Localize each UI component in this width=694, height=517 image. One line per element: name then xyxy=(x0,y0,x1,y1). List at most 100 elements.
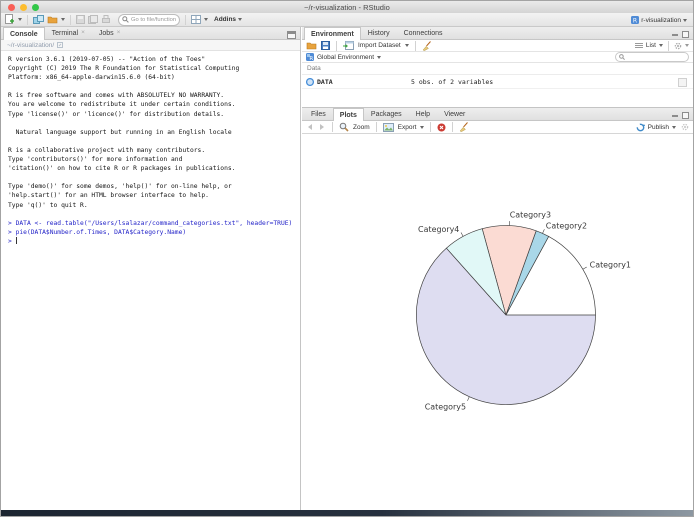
maximize-pane-icon[interactable] xyxy=(682,31,689,38)
console-tab-label: Jobs xyxy=(98,30,114,37)
environment-section-header: Data xyxy=(302,63,693,75)
maximize-pane-icon[interactable] xyxy=(287,31,296,39)
remove-plot-icon[interactable] xyxy=(437,123,446,132)
toolbar-separator xyxy=(375,122,377,132)
project-selector[interactable]: R r-visualization xyxy=(631,15,687,25)
environment-search-input[interactable] xyxy=(627,54,685,60)
console-output[interactable]: R version 3.6.1 (2019-07-05) -- "Action … xyxy=(1,51,300,246)
publish-icon xyxy=(636,123,645,132)
plots-gear-icon[interactable] xyxy=(681,123,689,131)
open-file-caret-icon[interactable] xyxy=(61,18,65,21)
close-tab-icon[interactable]: × xyxy=(117,30,121,37)
export-caret-icon[interactable] xyxy=(420,125,425,129)
console-input-line: > DATA <- read.table("/Users/lsalazar/co… xyxy=(8,219,293,227)
plots-tab-label: Packages xyxy=(370,111,402,118)
working-dir-label[interactable]: ~/r-visualization/ xyxy=(7,42,54,49)
pane-layout-caret-icon[interactable] xyxy=(204,18,208,21)
pane-layout-icon[interactable] xyxy=(191,15,201,24)
console-tab-console[interactable]: Console xyxy=(3,27,45,40)
pie-label-tick xyxy=(467,396,470,401)
right-column: Environment History Connections Import Dat… xyxy=(302,27,693,510)
view-table-icon[interactable] xyxy=(678,78,687,87)
global-env-r-icon: R xyxy=(306,53,314,61)
clear-plots-broom-icon[interactable] xyxy=(459,122,469,132)
toolbar-separator xyxy=(332,122,333,132)
zoom-button[interactable]: Zoom xyxy=(353,124,370,131)
maximize-pane-icon[interactable] xyxy=(682,112,689,119)
environment-tab-environment[interactable]: Environment xyxy=(304,27,361,40)
zoom-window-icon[interactable] xyxy=(32,3,39,11)
console-output-line: Copyright (C) 2019 The R Foundation for … xyxy=(8,65,240,73)
console-output-line: Type 'q()' to quit R. xyxy=(8,201,88,209)
pie-label-category5: Category5 xyxy=(425,402,466,411)
next-plot-icon[interactable] xyxy=(318,123,326,131)
plots-toolbar: Zoom Export Publish xyxy=(302,121,693,134)
close-tab-icon[interactable]: × xyxy=(81,30,85,37)
plots-tab-viewer[interactable]: Viewer xyxy=(437,108,472,120)
toolbar-separator xyxy=(27,14,28,25)
clear-objects-broom-icon[interactable] xyxy=(422,40,432,51)
plots-tab-plots[interactable]: Plots xyxy=(332,108,364,121)
publish-button[interactable]: Publish xyxy=(648,124,669,131)
refresh-gear-icon[interactable] xyxy=(674,42,682,50)
plots-tab-label: Viewer xyxy=(444,111,466,118)
print-icon[interactable] xyxy=(101,15,111,24)
pie-label-tick xyxy=(460,232,464,237)
plot-display-area: Category1 Category2 Category3 Category4 Cate… xyxy=(302,134,693,510)
environment-scope-row: R Global Environment xyxy=(302,52,693,63)
zoom-plot-icon xyxy=(339,122,349,132)
console-output-line: 'help.start()' for an HTML browser inter… xyxy=(8,192,209,200)
export-image-icon xyxy=(382,122,394,132)
new-file-caret-icon[interactable] xyxy=(18,18,22,21)
console-panel: Console Terminal × Jobs × ~/r-visualization/… xyxy=(1,27,301,510)
load-workspace-icon[interactable] xyxy=(306,41,317,50)
refresh-caret-icon[interactable] xyxy=(685,44,689,47)
environment-tab-connections[interactable]: Connections xyxy=(397,27,450,39)
save-all-icon[interactable] xyxy=(88,15,98,24)
list-view-caret-icon[interactable] xyxy=(659,44,663,47)
minimize-pane-icon[interactable] xyxy=(672,114,678,117)
console-tab-terminal[interactable]: Terminal × xyxy=(45,27,92,39)
environment-tab-history[interactable]: History xyxy=(361,27,397,39)
new-file-icon[interactable] xyxy=(5,14,15,25)
save-workspace-icon[interactable] xyxy=(321,41,330,50)
plots-tab-help[interactable]: Help xyxy=(409,108,437,120)
addins-menu[interactable]: Addins xyxy=(214,16,243,23)
environment-toolbar: Import Dataset List xyxy=(302,40,693,52)
console-output-line: R is a collaborative project with many c… xyxy=(8,146,206,154)
goto-dir-icon[interactable] xyxy=(57,42,64,48)
goto-file-box[interactable] xyxy=(118,13,180,26)
publish-caret-icon[interactable] xyxy=(672,125,676,129)
environment-tab-label: History xyxy=(367,30,390,37)
object-summary: 5 obs. of 2 variables xyxy=(411,78,494,86)
import-dataset-caret-icon[interactable] xyxy=(404,44,409,47)
scope-caret-icon[interactable] xyxy=(377,55,382,59)
pie-chart: Category1 Category2 Category3 Category4 Cate… xyxy=(416,211,631,411)
minimize-pane-icon[interactable] xyxy=(672,33,678,36)
window-bottom-edge xyxy=(1,510,693,516)
list-view-button[interactable]: List xyxy=(646,42,656,49)
object-name[interactable]: DATA xyxy=(317,78,333,86)
environment-scope-selector[interactable]: Global Environment xyxy=(317,54,374,61)
environment-object-row[interactable]: DATA 5 obs. of 2 variables xyxy=(302,75,693,89)
console-tab-jobs[interactable]: Jobs × xyxy=(92,27,128,39)
new-project-icon[interactable] xyxy=(33,15,44,24)
goto-file-input[interactable] xyxy=(131,16,176,23)
minimize-window-icon[interactable] xyxy=(20,3,27,11)
close-window-icon[interactable] xyxy=(8,3,15,11)
environment-search-box[interactable] xyxy=(615,52,689,62)
export-button[interactable]: Export xyxy=(398,124,417,131)
pie-label-tick xyxy=(582,266,587,270)
console-tabstrip: Console Terminal × Jobs × xyxy=(1,27,300,40)
save-icon[interactable] xyxy=(76,15,85,24)
addins-caret-icon xyxy=(238,18,243,21)
import-dataset-button[interactable]: Import Dataset xyxy=(358,42,401,49)
plots-tab-packages[interactable]: Packages xyxy=(364,108,409,120)
console-output-line: Natural language support but running in … xyxy=(8,128,232,136)
project-label: r-visualization xyxy=(641,16,681,24)
open-file-icon[interactable] xyxy=(47,15,58,24)
plots-tab-files[interactable]: Files xyxy=(304,108,333,120)
previous-plot-icon[interactable] xyxy=(306,123,314,131)
